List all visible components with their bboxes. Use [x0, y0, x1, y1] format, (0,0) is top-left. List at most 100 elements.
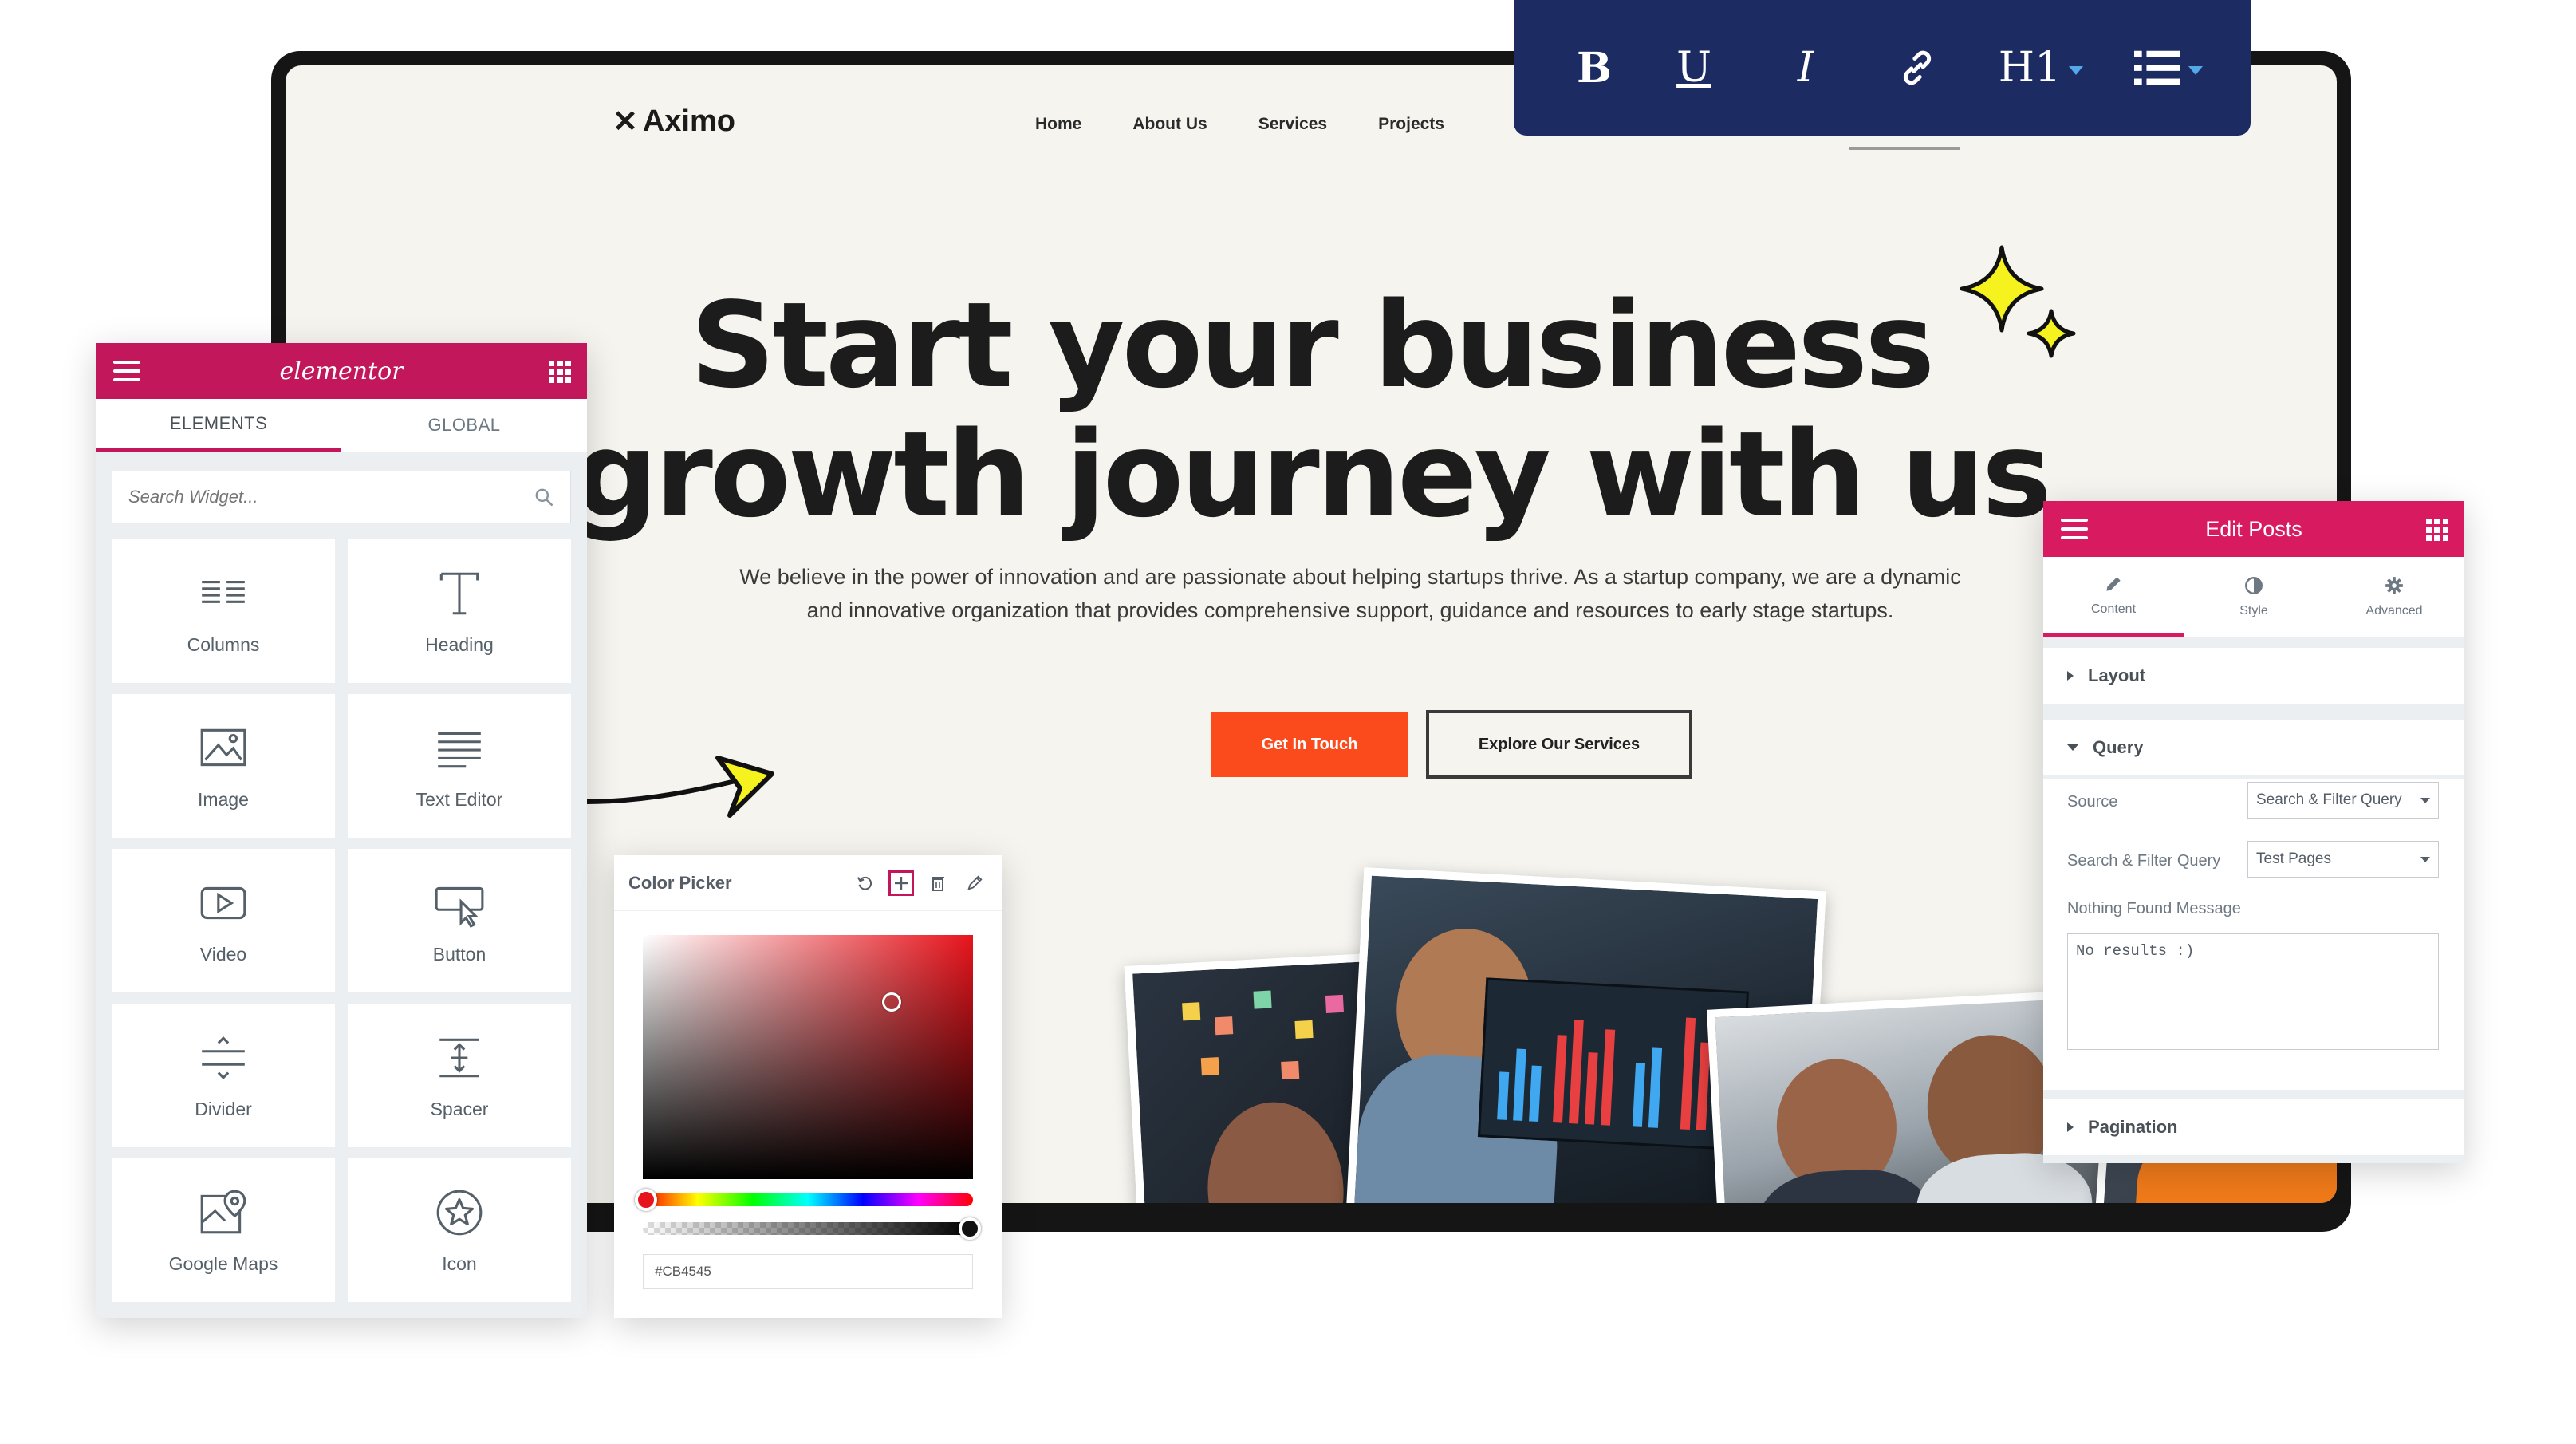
link-button[interactable]: [1861, 28, 1973, 108]
explore-services-button[interactable]: Explore Our Services: [1426, 710, 1692, 779]
hamburger-menu-icon[interactable]: [2061, 519, 2088, 539]
sticky-note: [1182, 1002, 1201, 1021]
hue-handle[interactable]: [635, 1189, 657, 1211]
italic-button[interactable]: I: [1750, 28, 1861, 108]
section-layout[interactable]: Layout: [2043, 648, 2464, 704]
hero-subtitle: We believe in the power of innovation an…: [605, 560, 2096, 627]
hue-slider[interactable]: [635, 1189, 973, 1211]
google-maps-icon: [200, 1190, 246, 1233]
alpha-handle[interactable]: [959, 1217, 981, 1240]
site-nav: Home About Us Services Projects: [1035, 115, 1444, 134]
divider-icon: [202, 1036, 245, 1079]
widget-text-editor[interactable]: Text Editor: [348, 694, 571, 838]
widget-image[interactable]: Image: [112, 694, 335, 838]
tab-label: Content: [2090, 602, 2137, 616]
heading-label: H1: [1998, 44, 2062, 92]
image-icon: [200, 728, 246, 766]
tab-elements[interactable]: ELEMENTS: [96, 399, 341, 452]
widget-google-maps[interactable]: Google Maps: [112, 1158, 335, 1302]
hamburger-menu-icon[interactable]: [113, 361, 140, 381]
elementor-elements-panel: elementor ELEMENTS GLOBAL Colum: [96, 343, 587, 1318]
spacer-icon: [439, 1038, 479, 1077]
hero-subtitle-line-2: and innovative organization that provide…: [806, 598, 1894, 622]
dashboard-bar: [1513, 1048, 1526, 1121]
dashboard-bar: [1584, 1052, 1598, 1125]
saturation-handle[interactable]: [882, 992, 901, 1012]
dashboard-bar: [1680, 1017, 1696, 1130]
widget-label: Spacer: [430, 1098, 489, 1119]
rich-text-toolbar: B U I H1: [1514, 0, 2251, 136]
widget-label: Heading: [425, 633, 494, 655]
nav-services[interactable]: Services: [1258, 115, 1327, 134]
nav-projects[interactable]: Projects: [1378, 115, 1444, 134]
tab-advanced[interactable]: Advanced: [2324, 557, 2464, 637]
sf-query-value: Test Pages: [2256, 850, 2331, 867]
nav-about[interactable]: About Us: [1132, 115, 1207, 134]
dashboard-bar: [1568, 1020, 1584, 1124]
section-query[interactable]: Query: [2043, 720, 2464, 775]
site-logo[interactable]: ✕ Aximo: [612, 104, 735, 140]
tab-style[interactable]: Style: [2184, 557, 2324, 637]
link-icon: [1903, 50, 1932, 85]
dashboard-bar: [1696, 1042, 1711, 1131]
hex-input[interactable]: [643, 1254, 973, 1289]
nav-home[interactable]: Home: [1035, 115, 1081, 134]
star-icon: [436, 1190, 483, 1235]
saturation-value-area[interactable]: [643, 935, 973, 1179]
text-editor-icon: [438, 732, 481, 767]
bold-button[interactable]: B: [1550, 28, 1638, 108]
eyedropper-icon[interactable]: [962, 870, 987, 896]
section-title: Query: [2093, 737, 2144, 757]
video-icon: [200, 886, 246, 919]
nav-underline: [1849, 147, 1960, 150]
logo-text: Aximo: [642, 105, 735, 138]
widget-divider[interactable]: Divider: [112, 1004, 335, 1147]
trash-icon[interactable]: [925, 870, 951, 896]
widget-label: Google Maps: [168, 1253, 278, 1274]
color-picker-panel: Color Picker: [614, 855, 1002, 1318]
widget-spacer[interactable]: Spacer: [348, 1004, 571, 1147]
sf-query-select[interactable]: Test Pages: [2247, 841, 2439, 878]
tab-global[interactable]: GLOBAL: [341, 399, 587, 452]
chevron-down-icon: [2188, 65, 2203, 75]
list-icon: [2134, 50, 2180, 85]
underline-button[interactable]: U: [1638, 28, 1750, 108]
add-color-icon[interactable]: [888, 870, 914, 896]
elementor-panel-header: elementor: [96, 343, 587, 399]
person: [1203, 1099, 1349, 1203]
logo-x-icon: ✕: [612, 105, 638, 139]
tab-content[interactable]: Content: [2043, 557, 2184, 637]
person-suit: [1755, 1166, 1937, 1203]
alpha-slider[interactable]: [643, 1217, 981, 1240]
edit-posts-header: Edit Posts: [2043, 501, 2464, 557]
widget-search-input[interactable]: [128, 487, 534, 507]
list-dropdown[interactable]: [2109, 28, 2228, 108]
sticky-note: [1215, 1016, 1234, 1036]
sticky-note: [1325, 994, 1344, 1013]
nothing-found-textarea[interactable]: No results :): [2067, 933, 2439, 1050]
widget-label: Video: [199, 943, 247, 965]
caret-right-icon: [2067, 1122, 2074, 1132]
widget-button[interactable]: Button: [348, 849, 571, 992]
grid-apps-icon[interactable]: [549, 361, 571, 383]
get-in-touch-button[interactable]: Get In Touch: [1211, 712, 1408, 777]
search-icon[interactable]: [534, 487, 554, 507]
widget-label: Image: [198, 788, 249, 810]
query-controls: Source Search & Filter Query Search & Fi…: [2043, 779, 2464, 1090]
widget-grid: Columns Heading Image Text Editor Video …: [112, 539, 571, 1302]
widget-heading[interactable]: Heading: [348, 539, 571, 683]
heading-dropdown[interactable]: H1: [1973, 28, 2109, 108]
half-circle-icon: [2245, 577, 2263, 594]
chevron-down-icon: [2420, 856, 2430, 862]
grid-apps-icon[interactable]: [2426, 519, 2448, 541]
widget-video[interactable]: Video: [112, 849, 335, 992]
color-picker-title: Color Picker: [628, 872, 732, 893]
widget-icon[interactable]: Icon: [348, 1158, 571, 1302]
reset-icon[interactable]: [852, 870, 877, 896]
section-pagination[interactable]: Pagination: [2043, 1099, 2464, 1155]
arrow-icon: [584, 756, 774, 818]
widget-columns[interactable]: Columns: [112, 539, 335, 683]
source-select[interactable]: Search & Filter Query: [2247, 782, 2439, 819]
sticky-note: [1253, 990, 1272, 1009]
tab-label: Style: [2239, 604, 2268, 617]
